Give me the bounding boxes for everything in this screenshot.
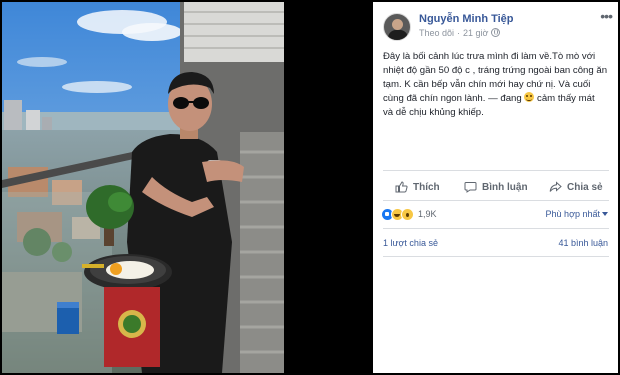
- post-text-line: tạm. K cần bếp vẫn chín mới hay chứ nị. …: [383, 79, 591, 90]
- post-time[interactable]: 21 giờ: [463, 28, 488, 38]
- action-bar: Thích Bình luận Chia sẻ: [373, 175, 618, 199]
- divider: [383, 170, 609, 171]
- comment-count-link[interactable]: 41 bình luận: [558, 238, 608, 248]
- author-avatar[interactable]: [383, 13, 411, 41]
- like-button[interactable]: Thích: [395, 175, 440, 199]
- post-text-line: cùng đã chín ngon lành. — đang cảm thấy …: [383, 92, 611, 106]
- post-text-line: Đây là bối cảnh lúc trưa mình đi làm về.…: [383, 51, 596, 62]
- post-meta: Theo dõi · 21 giờ: [419, 28, 501, 38]
- comment-sort-dropdown[interactable]: Phù hợp nhất: [546, 209, 608, 219]
- author-name[interactable]: Nguyễn Minh Tiệp: [419, 13, 514, 25]
- smile-emoji-icon: [524, 92, 535, 102]
- post-text-line: nhiệt độ gần 50 độ c , tráng trứng ngoài…: [383, 65, 608, 76]
- viewer-frame: Nguyễn Minh Tiệp Theo dõi · 21 giờ ••• Đây…: [0, 0, 620, 375]
- comment-sort-label: Phù hợp nhất: [545, 209, 600, 219]
- post-photo[interactable]: [2, 2, 284, 373]
- comment-label: Bình luận: [482, 181, 528, 193]
- like-icon: [395, 181, 408, 193]
- chevron-down-icon: [602, 212, 608, 216]
- post-text-line-end: cùng đã chín ngon lành.: [383, 93, 486, 104]
- globe-icon: [491, 28, 501, 37]
- like-label: Thích: [413, 181, 440, 193]
- comment-icon: [464, 182, 477, 193]
- feeling-line: và dễ chịu khủng khiếp.: [383, 107, 484, 118]
- divider: [383, 228, 609, 229]
- share-icon: [549, 181, 562, 192]
- share-label: Chia sẻ: [567, 181, 603, 193]
- more-options-icon[interactable]: •••: [600, 8, 613, 24]
- divider: [383, 200, 609, 201]
- post-text: Đây là bối cảnh lúc trưa mình đi làm về.…: [383, 50, 611, 120]
- post-panel: Nguyễn Minh Tiệp Theo dõi · 21 giờ ••• Đây…: [373, 2, 618, 373]
- reaction-count: 1,9K: [418, 209, 437, 219]
- reaction-summary[interactable]: 1,9K: [381, 207, 437, 221]
- share-button[interactable]: Chia sẻ: [549, 175, 603, 199]
- feeling-prefix: — đang: [488, 93, 522, 104]
- follow-link[interactable]: Theo dõi: [419, 28, 454, 38]
- feeling-text[interactable]: cảm thấy mát: [537, 93, 595, 104]
- wow-reaction-icon: [401, 207, 414, 221]
- comment-button[interactable]: Bình luận: [464, 175, 528, 199]
- divider: [383, 256, 609, 257]
- share-count-link[interactable]: 1 lượt chia sẻ: [383, 238, 438, 248]
